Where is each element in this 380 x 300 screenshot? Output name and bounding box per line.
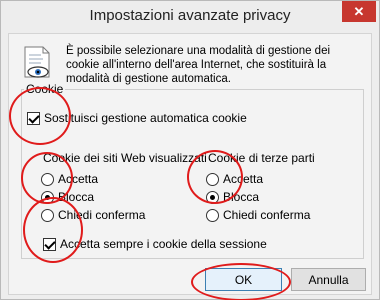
dialog-body: È possibile selezionare una modalità di …	[8, 33, 372, 295]
third-party-prompt[interactable]: Chiedi conferma	[206, 208, 310, 222]
override-automatic-cookies[interactable]: Sostituisci gestione automatica cookie	[27, 111, 247, 125]
third-party-accept-label: Accetta	[223, 172, 264, 186]
third-party-prompt-radio[interactable]	[206, 208, 219, 222]
session-cookies-checkbox[interactable]	[43, 237, 56, 251]
dialog-title: Impostazioni avanzate privacy	[89, 7, 291, 24]
privacy-settings-icon	[24, 46, 50, 78]
first-party-block-radio[interactable]	[41, 190, 54, 204]
first-party-accept[interactable]: Accetta	[41, 172, 98, 186]
cookie-group-legend: Cookie	[24, 82, 66, 96]
third-party-title: Cookie di terze parti	[208, 151, 315, 165]
close-button[interactable]: ✕	[342, 1, 376, 22]
third-party-accept-radio[interactable]	[206, 172, 219, 186]
third-party-accept[interactable]: Accetta	[206, 172, 263, 186]
first-party-block-label: Blocca	[58, 190, 95, 204]
first-party-prompt[interactable]: Chiedi conferma	[41, 208, 145, 222]
first-party-prompt-label: Chiedi conferma	[58, 208, 146, 222]
cancel-button[interactable]: Annulla	[291, 268, 366, 291]
first-party-accept-radio[interactable]	[41, 172, 54, 186]
third-party-block-radio[interactable]	[206, 190, 219, 204]
third-party-block[interactable]: Blocca	[206, 190, 259, 204]
info-text: È possibile selezionare una modalità di …	[66, 45, 331, 85]
first-party-prompt-radio[interactable]	[41, 208, 54, 222]
first-party-accept-label: Accetta	[58, 172, 99, 186]
override-label: Sostituisci gestione automatica cookie	[44, 111, 247, 125]
title-bar[interactable]: Impostazioni avanzate privacy ✕	[1, 1, 379, 33]
override-checkbox[interactable]	[27, 111, 40, 125]
third-party-block-label: Blocca	[223, 190, 260, 204]
session-cookies-label: Accetta sempre i cookie della sessione	[60, 237, 267, 251]
third-party-prompt-label: Chiedi conferma	[223, 208, 311, 222]
always-accept-session-cookies[interactable]: Accetta sempre i cookie della sessione	[43, 237, 267, 251]
ok-button[interactable]: OK	[205, 268, 282, 291]
privacy-settings-dialog: Impostazioni avanzate privacy ✕ È possib…	[0, 0, 380, 300]
close-icon: ✕	[353, 3, 365, 19]
first-party-block[interactable]: Blocca	[41, 190, 94, 204]
first-party-title: Cookie dei siti Web visualizzati	[43, 151, 207, 165]
